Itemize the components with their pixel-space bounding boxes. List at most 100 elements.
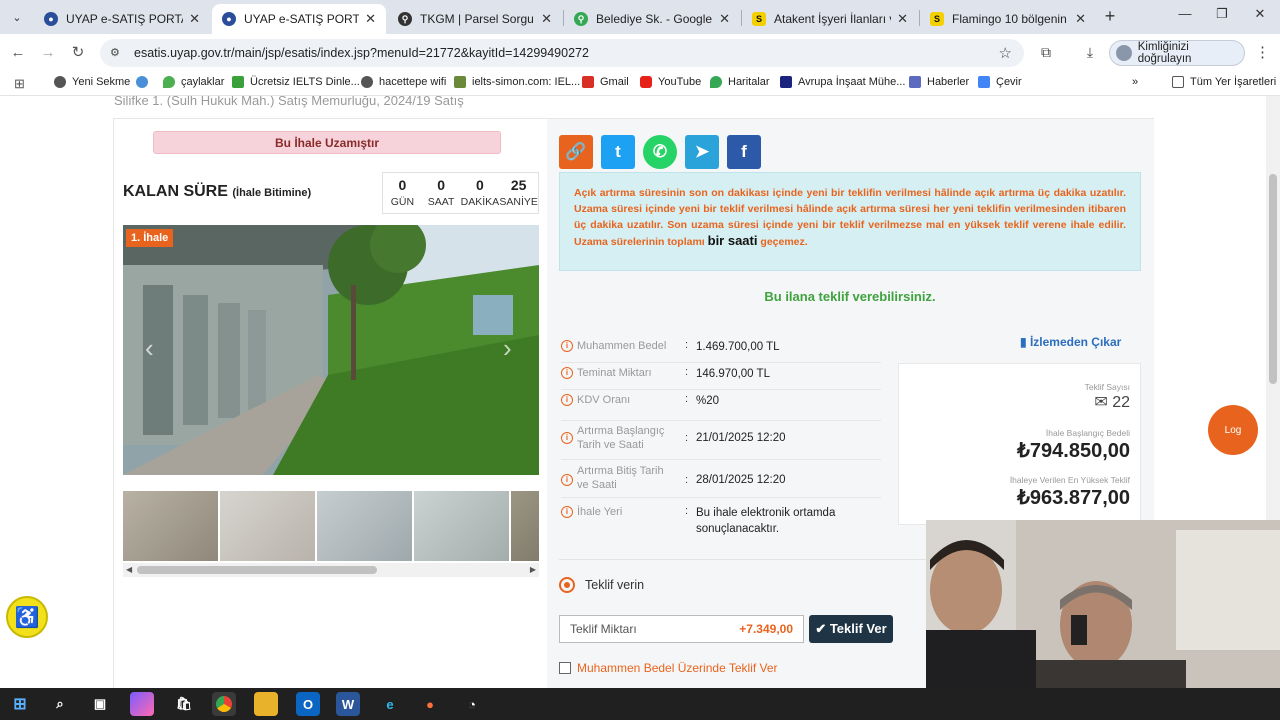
file-explorer-icon[interactable] xyxy=(254,692,278,716)
download-icon[interactable]: ⤓ xyxy=(1080,44,1100,61)
extensions-icon[interactable]: ⧉ xyxy=(1036,44,1056,61)
reload-button[interactable]: ↻ xyxy=(68,43,88,63)
site-settings-icon[interactable]: ⚙ xyxy=(110,46,124,60)
tab-bar: ⌄ ● UYAP e-SATIŞ PORTALI ✕ ● UYAP e-SATI… xyxy=(0,0,1280,34)
above-estimate-checkbox[interactable]: Muhammen Bedel Üzerinde Teklif Ver xyxy=(559,661,778,675)
bookmark-item[interactable]: Yeni Sekme xyxy=(54,76,130,88)
tab-search-dropdown[interactable]: ⌄ xyxy=(6,6,28,28)
chevron-right-icon[interactable]: › xyxy=(503,333,512,364)
close-icon[interactable]: ✕ xyxy=(365,11,376,27)
outlook-icon[interactable]: O xyxy=(296,692,320,716)
forward-button[interactable]: → xyxy=(38,43,58,63)
menu-icon[interactable]: ⋮ xyxy=(1255,43,1270,61)
facebook-icon[interactable]: f xyxy=(727,135,761,169)
bookmark-item[interactable]: ielts-simon.com: IEL... xyxy=(454,76,580,88)
accessibility-icon[interactable]: ♿ xyxy=(6,596,48,638)
close-icon[interactable]: ✕ xyxy=(189,11,200,27)
maximize-button[interactable]: ❐ xyxy=(1207,6,1237,22)
bookmark-item[interactable]: YouTube xyxy=(640,76,701,88)
search-icon[interactable]: ⌕ xyxy=(48,692,72,716)
task-view-icon[interactable]: ▣ xyxy=(88,692,112,716)
apps-grid-icon[interactable]: ⊞ xyxy=(14,77,28,91)
edge-icon[interactable]: e xyxy=(378,692,402,716)
close-window-button[interactable]: ✕ xyxy=(1245,6,1275,22)
log-button[interactable]: Log xyxy=(1208,405,1258,455)
windows-start-icon[interactable]: ⊞ xyxy=(8,692,32,716)
bookmarks-overflow-icon[interactable]: » xyxy=(1132,76,1138,88)
close-icon[interactable]: ✕ xyxy=(719,11,730,27)
bookmark-icon xyxy=(54,76,66,88)
extended-badge: Bu İhale Uzamıştır xyxy=(153,131,501,154)
unwatch-link[interactable]: ▮ İzlemeden Çıkar xyxy=(1020,335,1121,349)
tab-uyap-2[interactable]: ● UYAP e-SATIŞ PORTALI ✕ xyxy=(212,4,386,34)
url-text: esatis.uyap.gov.tr/main/jsp/esatis/index… xyxy=(134,46,589,60)
profile-button[interactable]: Kimliğinizi doğrulayın xyxy=(1109,40,1245,66)
detail-row: i KDV Oranı : %20 xyxy=(561,393,881,421)
copilot-icon[interactable] xyxy=(130,692,154,716)
close-icon[interactable]: ✕ xyxy=(541,11,552,27)
tab-flamingo[interactable]: S Flamingo 10 bölgenin yıldı ✕ xyxy=(920,4,1096,34)
remaining-time-title: KALAN SÜRE (İhale Bitimine) xyxy=(123,183,312,200)
app-icon[interactable]: ◔ xyxy=(460,692,484,716)
tab-tkgm[interactable]: ⚲ TKGM | Parsel Sorgu Uygula ✕ xyxy=(388,4,562,34)
chrome-icon[interactable] xyxy=(212,692,236,716)
translate-icon xyxy=(978,76,990,88)
detail-row: i Artırma Başlangıç Tarih ve Saati : 21/… xyxy=(561,424,881,460)
address-bar[interactable]: ⚙ esatis.uyap.gov.tr/main/jsp/esatis/ind… xyxy=(100,39,1024,67)
chevron-left-icon[interactable]: ‹ xyxy=(145,333,154,364)
thumbnail-scrollbar[interactable]: ◀ ▶ xyxy=(123,563,539,577)
property-photo[interactable]: 1. İhale ‹ › xyxy=(123,225,539,475)
bookmark-item[interactable]: Haritalar xyxy=(710,76,770,88)
telegram-icon[interactable]: ➤ xyxy=(685,135,719,169)
bookmark-item[interactable]: Avrupa İnşaat Mühe... xyxy=(780,76,905,88)
scroll-right-icon[interactable]: ▶ xyxy=(530,563,536,577)
firefox-icon[interactable]: ● xyxy=(418,692,442,716)
copy-link-icon[interactable]: 🔗 xyxy=(559,135,593,169)
bookmark-item[interactable]: hacettepe wifi xyxy=(361,76,446,88)
close-icon[interactable]: ✕ xyxy=(1075,11,1086,27)
all-bookmarks[interactable]: Tüm Yer İşaretleri xyxy=(1172,76,1276,88)
radio-button[interactable] xyxy=(559,577,575,593)
checkbox[interactable] xyxy=(559,662,571,674)
whatsapp-icon[interactable]: ✆ xyxy=(643,135,677,169)
detail-row: i Teminat Miktarı : 146.970,00 TL xyxy=(561,366,881,390)
minimize-button[interactable]: — xyxy=(1170,6,1200,21)
bookmark-item[interactable] xyxy=(136,76,154,88)
envelope-icon: ✉ xyxy=(1094,394,1108,411)
price-summary-box: Teklif Sayısı ✉ 22 İhale Başlangıç Bedel… xyxy=(898,363,1141,525)
info-icon: i xyxy=(561,367,573,379)
maps-icon xyxy=(710,76,722,88)
close-icon[interactable]: ✕ xyxy=(897,11,908,27)
offer-amount-input[interactable]: Teklif Miktarı +7.349,00 xyxy=(559,615,804,643)
bookmark-item[interactable]: Ücretsiz IELTS Dinle... xyxy=(232,76,360,88)
uyap-icon: ● xyxy=(44,12,58,26)
store-icon[interactable]: 🛍 xyxy=(172,692,196,716)
scroll-left-icon[interactable]: ◀ xyxy=(126,563,132,577)
back-button[interactable]: ← xyxy=(8,43,28,63)
scrollbar-thumb[interactable] xyxy=(137,566,377,574)
thumbnail[interactable] xyxy=(511,491,539,561)
detail-row: i İhale Yeri : Bu ihale elektronik ortam… xyxy=(561,505,881,541)
bookmark-item[interactable]: Gmail xyxy=(582,76,629,88)
scrollbar-thumb[interactable] xyxy=(1269,174,1277,384)
word-icon[interactable]: W xyxy=(336,692,360,716)
submit-offer-button[interactable]: ✔ Teklif Ver xyxy=(809,615,893,643)
tab-atakent[interactable]: S Atakent İşyeri İlanları ve Fi ✕ xyxy=(742,4,918,34)
folder-icon xyxy=(1172,76,1184,88)
auction-number-badge: 1. İhale xyxy=(126,229,174,247)
tab-uyap-1[interactable]: ● UYAP e-SATIŞ PORTALI ✕ xyxy=(34,4,210,34)
bookmark-item[interactable]: çaylaklar xyxy=(163,76,224,88)
bookmark-icon xyxy=(361,76,373,88)
bookmark-item[interactable]: Haberler xyxy=(909,76,969,88)
thumbnail[interactable] xyxy=(317,491,412,561)
tab-google-maps[interactable]: ⚲ Belediye Sk. - Google Harit ✕ xyxy=(564,4,740,34)
thumbnail[interactable] xyxy=(220,491,315,561)
bid-radio[interactable]: Teklif verin xyxy=(559,577,644,593)
new-tab-button[interactable]: + xyxy=(1100,6,1120,27)
bookmark-star-icon[interactable]: ☆ xyxy=(999,44,1012,62)
thumbnail[interactable] xyxy=(414,491,509,561)
twitter-icon[interactable]: t xyxy=(601,135,635,169)
bookmark-item[interactable]: Çevir xyxy=(978,76,1022,88)
thumbnail[interactable] xyxy=(123,491,218,561)
info-icon: i xyxy=(561,506,573,518)
